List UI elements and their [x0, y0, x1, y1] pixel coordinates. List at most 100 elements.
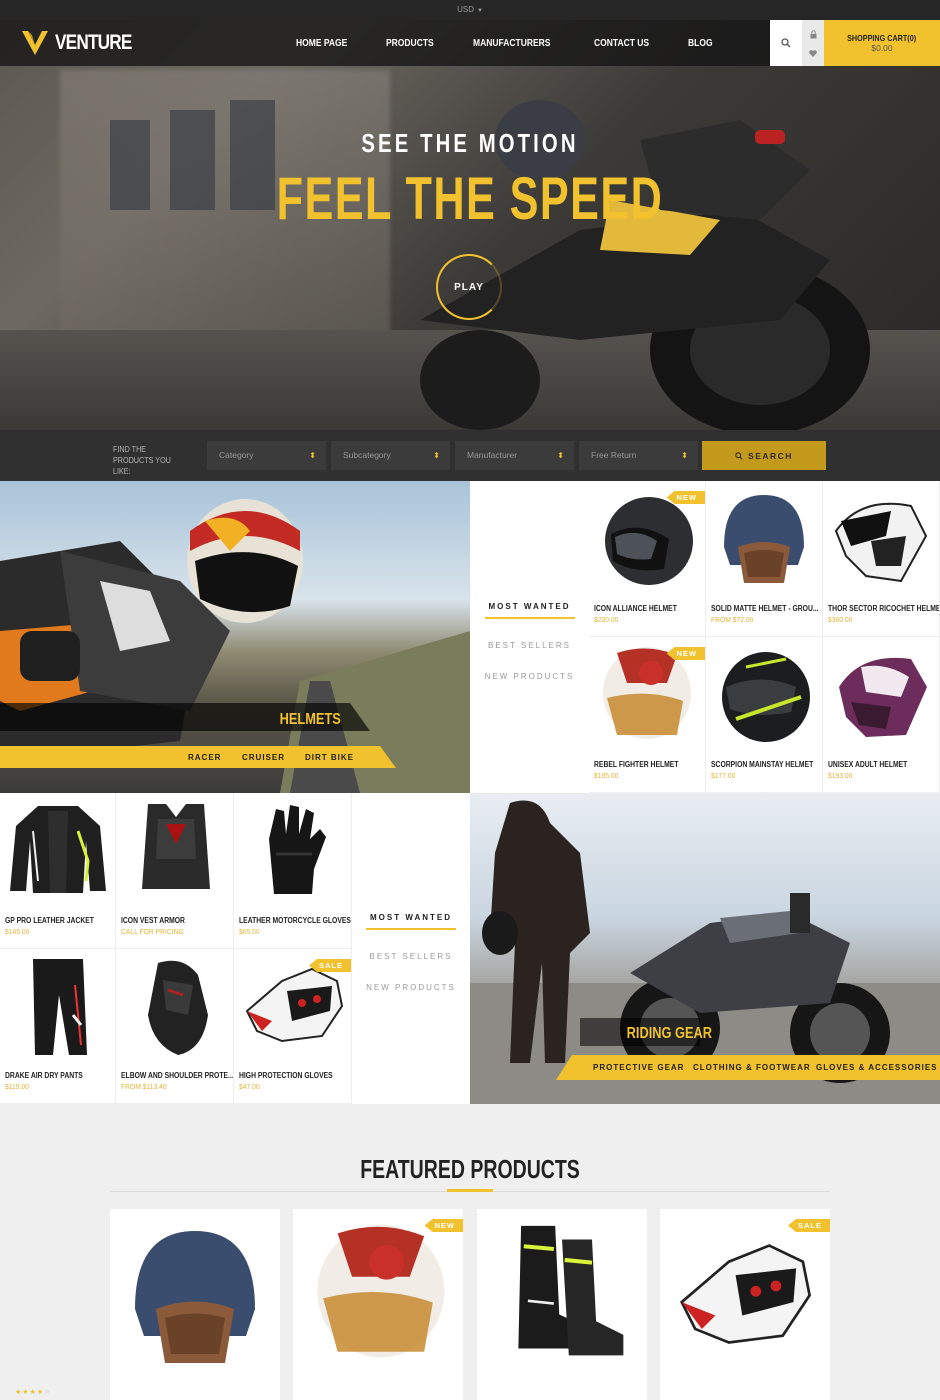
site-header: VENTURE HOME PAGE PRODUCTS MANUFACTURERS… — [0, 20, 940, 66]
product-price: CALL FOR PRICING — [121, 927, 184, 936]
lock-icon[interactable] — [810, 29, 817, 39]
riding-gear-title: RIDING GEAR — [626, 1025, 713, 1042]
product-name: ICON ALLIANCE HELMET — [594, 604, 677, 613]
tab-new-products[interactable]: NEW PRODUCTS — [352, 983, 470, 992]
featured-title: FEATURED PRODUCTS — [360, 1154, 580, 1184]
product-card[interactable]: SALE HIGH PROTECTION GLOVES $47.00 — [234, 949, 352, 1104]
product-price: $193.00 — [828, 771, 853, 780]
product-price: $145.00 — [5, 927, 30, 936]
nav-manufacturers[interactable]: MANUFACTURERS — [473, 38, 550, 49]
product-card[interactable]: UNISEX ADULT HELMET $193.00 — [823, 637, 940, 793]
currency-selector[interactable]: USD — [457, 5, 474, 14]
rating-stars: ★★★★★ — [15, 1389, 52, 1396]
product-card[interactable]: LEATHER MOTORCYCLE GLOVES $65.00 — [234, 793, 352, 949]
product-card[interactable]: ELBOW AND SHOULDER PROTE... FROM $113.40 — [116, 949, 234, 1104]
subcat-racer[interactable]: RACER — [188, 753, 221, 762]
helmets-title: HELMETS — [279, 711, 341, 728]
main-nav: HOME PAGE PRODUCTS MANUFACTURERS CONTACT… — [296, 20, 747, 66]
featured-product-card[interactable] — [477, 1209, 647, 1400]
product-price: $65.00 — [239, 927, 260, 936]
glove-image — [245, 967, 344, 1043]
boots-image — [518, 1225, 624, 1356]
chevron-down-icon: ⬍ — [309, 451, 316, 460]
chevron-down-icon: ⬍ — [681, 451, 688, 460]
shopping-cart-button[interactable]: SHOPPING CART(0) $0.00 — [824, 20, 940, 66]
nav-products[interactable]: PRODUCTS — [386, 38, 434, 49]
category-select[interactable]: Category ⬍ — [207, 441, 326, 470]
search-icon — [735, 451, 743, 460]
product-price: $47.00 — [239, 1082, 260, 1091]
product-card[interactable]: SCORPION MAINSTAY HELMET $177.00 — [706, 637, 823, 793]
play-button[interactable]: PLAY — [436, 254, 502, 320]
jacket-image — [10, 806, 106, 893]
heart-icon[interactable] — [809, 49, 817, 57]
tab-best-sellers[interactable]: BEST SELLERS — [352, 952, 470, 961]
category-select-value: Category — [219, 450, 254, 460]
featured-product-card[interactable]: NEW — [293, 1209, 463, 1400]
cart-label: SHOPPING CART(0) — [847, 33, 917, 43]
chevron-down-icon: ⬍ — [433, 451, 440, 460]
vest-image — [142, 804, 210, 889]
product-name: THOR SECTOR RICOCHET HELMET — [828, 604, 940, 613]
logo-icon — [22, 31, 48, 55]
product-name: REBEL FIGHTER HELMET — [594, 760, 679, 769]
search-submit-button[interactable]: SEARCH — [702, 441, 826, 470]
nav-blog[interactable]: BLOG — [688, 38, 713, 49]
logo[interactable]: VENTURE — [20, 29, 148, 57]
hero-subtitle: SEE THE MOTION — [361, 128, 579, 158]
product-price: $360.00 — [828, 615, 853, 624]
product-name: ICON VEST ARMOR — [121, 916, 185, 925]
nav-home[interactable]: HOME PAGE — [296, 38, 347, 49]
product-name: LEATHER MOTORCYCLE GLOVES — [239, 916, 351, 925]
pants-image — [33, 959, 87, 1055]
product-name: SCORPION MAINSTAY HELMET — [711, 760, 814, 769]
product-price: $177.00 — [711, 771, 736, 780]
product-finder: FIND THE PRODUCTS YOU LIKE: Category ⬍ Su… — [0, 430, 940, 481]
product-card[interactable]: NEW REBEL FIGHTER HELMET $185.00 — [589, 637, 706, 793]
new-badge: NEW — [666, 647, 705, 660]
search-button[interactable] — [770, 20, 802, 66]
subcategory-select[interactable]: Subcategory ⬍ — [331, 441, 450, 470]
cart-total: $0.00 — [871, 43, 893, 53]
glove-image — [269, 805, 326, 894]
nav-contact[interactable]: CONTACT US — [594, 38, 649, 49]
helmet-image — [724, 495, 804, 583]
subcat-protective-gear[interactable]: PROTECTIVE GEAR — [593, 1063, 684, 1072]
return-select-value: Free Return — [591, 450, 637, 460]
product-card[interactable]: THOR SECTOR RICOCHET HELMET $360.00 — [823, 481, 940, 637]
product-card[interactable]: NEW ICON ALLIANCE HELMET $200.00 — [589, 481, 706, 637]
product-card[interactable]: GP PRO LEATHER JACKET $145.00 — [0, 793, 116, 949]
tab-new-products[interactable]: NEW PRODUCTS — [470, 672, 589, 681]
subcat-dirt-bike[interactable]: DIRT BIKE — [305, 753, 354, 762]
tab-most-wanted[interactable]: MOST WANTED — [470, 602, 589, 619]
product-card[interactable]: ICON VEST ARMOR CALL FOR PRICING — [116, 793, 234, 949]
elbow-guard-image — [148, 960, 208, 1055]
featured-product-card[interactable]: SALE — [660, 1209, 830, 1400]
search-submit-label: SEARCH — [748, 450, 793, 461]
manufacturer-select[interactable]: Manufacturer ⬍ — [455, 441, 574, 470]
new-badge: NEW — [424, 1219, 463, 1232]
product-price: $185.00 — [594, 771, 619, 780]
product-card[interactable]: SOLID MATTE HELMET - GROU... FROM $72.00 — [706, 481, 823, 637]
glove-image — [680, 1244, 812, 1344]
product-card[interactable]: DRAKE AIR DRY PANTS $119.00 — [0, 949, 116, 1104]
return-select[interactable]: Free Return ⬍ — [579, 441, 698, 470]
tab-best-sellers[interactable]: BEST SELLERS — [470, 641, 589, 650]
new-badge: NEW — [666, 491, 705, 504]
subcat-clothing-footwear[interactable]: CLOTHING & FOOTWEAR — [693, 1063, 811, 1072]
product-price: $200.00 — [594, 615, 619, 624]
product-name: HIGH PROTECTION GLOVES — [239, 1071, 333, 1080]
helmet-image — [839, 657, 927, 737]
finder-label: FIND THE PRODUCTS YOU LIKE: — [113, 445, 171, 476]
manufacturer-select-value: Manufacturer — [467, 450, 518, 460]
subcat-cruiser[interactable]: CRUISER — [242, 753, 285, 762]
helmet-image — [722, 652, 810, 742]
account-icons — [802, 20, 824, 66]
product-name: DRAKE AIR DRY PANTS — [5, 1071, 83, 1080]
sale-badge: SALE — [308, 959, 351, 972]
subcat-gloves-accessories[interactable]: GLOVES & ACCESSORIES — [816, 1063, 938, 1072]
tab-most-wanted[interactable]: MOST WANTED — [352, 913, 470, 930]
product-price: $119.00 — [5, 1082, 29, 1091]
gear-subcategory-bar: PROTECTIVE GEAR CLOTHING & FOOTWEAR GLOV… — [556, 1055, 940, 1080]
featured-product-card[interactable] — [110, 1209, 280, 1400]
